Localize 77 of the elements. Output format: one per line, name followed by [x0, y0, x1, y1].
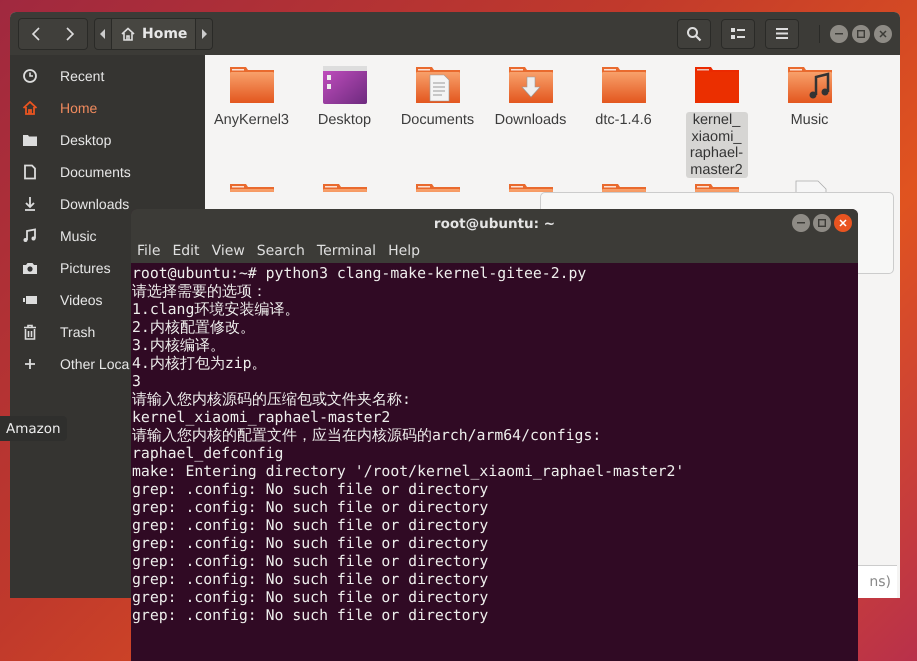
triangle-right-icon	[201, 28, 208, 38]
minimize-icon	[835, 32, 843, 34]
download-icon	[22, 196, 38, 212]
file-name[interactable]: dtc-1.4.6	[592, 112, 655, 128]
sidebar-item[interactable]: Documents	[10, 156, 131, 188]
music-note-icon	[22, 228, 38, 244]
chevron-left-icon	[31, 26, 41, 40]
terminal-line: 请输入您内核源码的压缩包或文件夹名称:	[132, 391, 412, 409]
terminal-line: 2.内核配置修改。	[132, 319, 256, 337]
terminal-line: 请输入您内核的配置文件，应当在内核源码的arch/arm64/configs:	[132, 427, 602, 445]
file-name[interactable]: kernel_xiaomi_raphael-master2	[686, 112, 748, 178]
terminal-line: 1.clang环境安装编译。	[132, 301, 300, 319]
terminal-line: grep: .config: No such file or directory	[132, 571, 490, 589]
home-icon	[120, 26, 136, 40]
document-icon	[22, 164, 38, 180]
terminal-line: grep: .config: No such file or directory	[132, 553, 490, 571]
maximize-icon	[857, 30, 865, 38]
close-button[interactable]	[834, 214, 852, 232]
minimize-button[interactable]	[830, 24, 848, 42]
terminal-line: grep: .config: No such file or directory	[132, 535, 490, 553]
terminal-line: grep: .config: No such file or directory	[132, 499, 490, 517]
clock-icon	[22, 68, 38, 84]
minimize-icon	[797, 222, 805, 224]
maximize-button[interactable]	[852, 24, 870, 42]
maximize-icon	[818, 219, 826, 227]
terminal-line: raphael_defconfig	[132, 445, 284, 463]
plus-icon	[22, 356, 38, 372]
file-name[interactable]: Desktop	[314, 112, 374, 128]
camera-icon	[22, 260, 38, 276]
terminal-line: grep: .config: No such file or directory	[132, 481, 490, 499]
folder-icon	[22, 132, 38, 148]
menu-item[interactable]: Search	[256, 242, 305, 258]
file-name[interactable]: Downloads	[492, 112, 570, 128]
status-text: ns)	[869, 574, 891, 590]
list-view-icon	[731, 28, 745, 40]
dock-tooltip: Amazon	[0, 416, 67, 441]
sidebar-item[interactable]: Music	[10, 220, 97, 252]
sidebar-item[interactable]: Home	[10, 92, 98, 124]
search-button[interactable]	[677, 18, 711, 48]
menu-item[interactable]: Terminal	[316, 242, 376, 258]
file-name[interactable]: Music	[788, 112, 832, 128]
sidebar-item[interactable]: Trash	[10, 316, 96, 348]
sidebar-item[interactable]: Recent	[10, 60, 104, 92]
terminal-line: kernel_xiaomi_raphael-master2	[132, 409, 392, 427]
close-icon	[879, 30, 887, 38]
sidebar-item[interactable]: Other Loca	[10, 348, 130, 380]
file-name[interactable]: Documents	[398, 112, 478, 128]
window-title: root@ubuntu: ~	[434, 216, 556, 232]
menu-button[interactable]	[765, 18, 799, 48]
trash-icon	[22, 324, 38, 340]
chevron-right-icon	[65, 26, 75, 40]
terminal-line: grep: .config: No such file or directory	[132, 589, 490, 607]
close-icon	[839, 219, 847, 227]
terminal-line: 3	[132, 373, 142, 391]
menu-icon	[776, 28, 788, 39]
terminal-line: grep: .config: No such file or directory	[132, 607, 490, 625]
terminal-line: 4.内核打包为zip。	[132, 355, 268, 373]
triangle-left-icon	[100, 28, 106, 38]
sidebar-item[interactable]: Downloads	[10, 188, 130, 220]
search-icon	[686, 26, 702, 42]
home-icon	[22, 100, 38, 116]
terminal-line: root@ubuntu:~# python3 clang-make-kernel-gitee-2.py	[132, 265, 588, 283]
terminal-line: make: Entering directory '/root/kernel_xiaomi_raphael-master2'	[132, 463, 686, 481]
sidebar-item[interactable]: Videos	[10, 284, 103, 316]
sidebar-item[interactable]: Pictures	[10, 252, 111, 284]
file-name[interactable]: AnyKernel3	[211, 112, 292, 128]
sidebar-item[interactable]: Desktop	[10, 124, 112, 156]
terminal-line: grep: .config: No such file or directory	[132, 517, 490, 535]
view-list-button[interactable]	[721, 18, 755, 48]
terminal-line: 请选择需要的选项：	[132, 283, 268, 301]
menu-item[interactable]: View	[212, 242, 245, 258]
terminal-line: 3.内核编译。	[132, 337, 226, 355]
home-path-button[interactable]: Home	[111, 18, 196, 48]
minimize-button[interactable]	[792, 214, 810, 232]
menu-item[interactable]: Help	[388, 242, 420, 258]
menu-item[interactable]: Edit	[172, 242, 200, 258]
menu-item[interactable]: File	[137, 242, 160, 258]
